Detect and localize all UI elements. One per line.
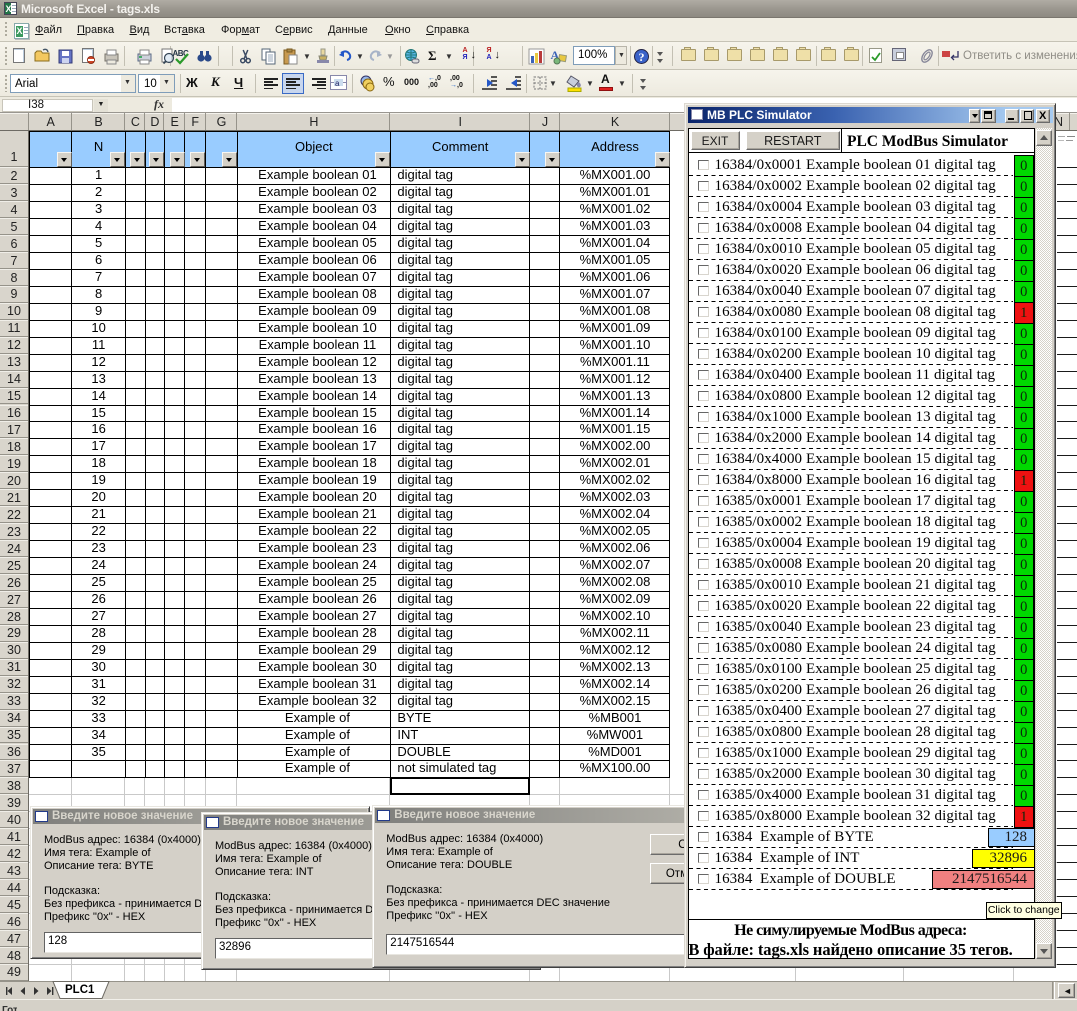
svg-text:a: a <box>335 79 340 88</box>
svg-text:?: ? <box>638 50 644 64</box>
